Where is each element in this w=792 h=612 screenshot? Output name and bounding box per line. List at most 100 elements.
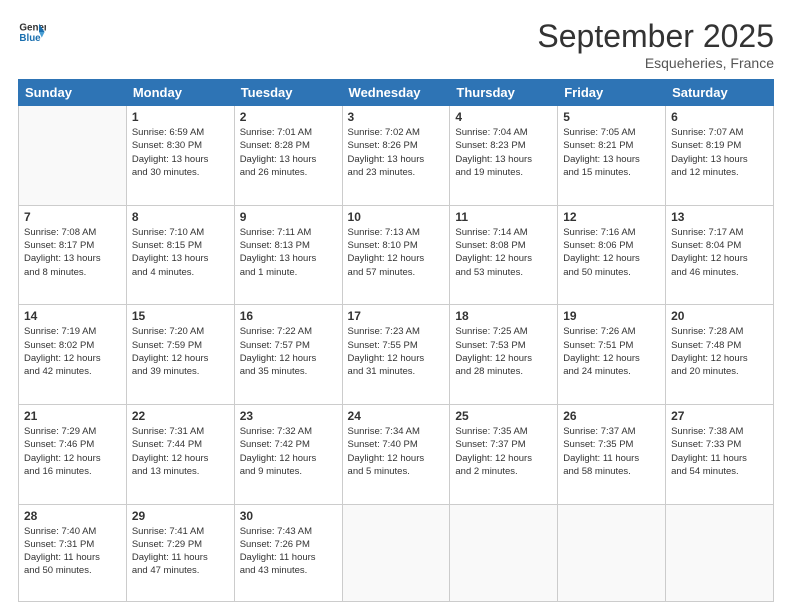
calendar-week-row: 14 Sunrise: 7:19 AM Sunset: 8:02 PM Dayli… <box>19 305 774 405</box>
calendar-cell: 10 Sunrise: 7:13 AM Sunset: 8:10 PM Dayli… <box>342 205 450 305</box>
day-info: Sunrise: 7:17 AM Sunset: 8:04 PM Dayligh… <box>671 226 768 279</box>
calendar-cell: 4Sunrise: 7:04 AM Sunset: 8:23 PM Daylig… <box>450 106 558 206</box>
day-info: Sunrise: 7:14 AM Sunset: 8:08 PM Dayligh… <box>455 226 552 279</box>
day-info: Sunrise: 7:31 AM Sunset: 7:44 PM Dayligh… <box>132 425 229 478</box>
day-number: 24 <box>348 409 445 423</box>
day-of-week-header: Monday <box>126 80 234 106</box>
day-info: Sunrise: 7:25 AM Sunset: 7:53 PM Dayligh… <box>455 325 552 378</box>
month-title: September 2025 <box>537 18 774 55</box>
day-info: Sunrise: 7:10 AM Sunset: 8:15 PM Dayligh… <box>132 226 229 279</box>
calendar-cell: 19 Sunrise: 7:26 AM Sunset: 7:51 PM Dayli… <box>558 305 666 405</box>
day-info: Sunrise: 7:20 AM Sunset: 7:59 PM Dayligh… <box>132 325 229 378</box>
day-info: Sunrise: 7:29 AM Sunset: 7:46 PM Dayligh… <box>24 425 121 478</box>
title-block: September 2025 Esqueheries, France <box>537 18 774 71</box>
day-number: 26 <box>563 409 660 423</box>
day-number: 6 <box>671 110 768 124</box>
day-info: Sunrise: 7:26 AM Sunset: 7:51 PM Dayligh… <box>563 325 660 378</box>
day-number: 4 <box>455 110 552 124</box>
calendar-cell: 29Sunrise: 7:41 AM Sunset: 7:29 PM Dayli… <box>126 504 234 601</box>
calendar-cell <box>450 504 558 601</box>
day-number: 22 <box>132 409 229 423</box>
day-info: Sunrise: 7:05 AM Sunset: 8:21 PM Dayligh… <box>563 126 660 179</box>
calendar-week-row: 28 Sunrise: 7:40 AM Sunset: 7:31 PM Dayli… <box>19 504 774 601</box>
calendar-cell: 20Sunrise: 7:28 AM Sunset: 7:48 PM Dayli… <box>666 305 774 405</box>
day-info: Sunrise: 7:13 AM Sunset: 8:10 PM Dayligh… <box>348 226 445 279</box>
calendar-cell: 21 Sunrise: 7:29 AM Sunset: 7:46 PM Dayli… <box>19 404 127 504</box>
day-number: 14 <box>24 309 121 323</box>
calendar-cell: 23 Sunrise: 7:32 AM Sunset: 7:42 PM Dayli… <box>234 404 342 504</box>
logo-icon: General Blue <box>18 18 46 46</box>
calendar-cell: 9 Sunrise: 7:11 AM Sunset: 8:13 PM Daylig… <box>234 205 342 305</box>
calendar-cell <box>666 504 774 601</box>
calendar-cell: 26 Sunrise: 7:37 AM Sunset: 7:35 PM Dayli… <box>558 404 666 504</box>
day-info: Sunrise: 7:34 AM Sunset: 7:40 PM Dayligh… <box>348 425 445 478</box>
day-header-row: SundayMondayTuesdayWednesdayThursdayFrid… <box>19 80 774 106</box>
calendar-cell <box>342 504 450 601</box>
calendar-cell: 1 Sunrise: 6:59 AM Sunset: 8:30 PM Daylig… <box>126 106 234 206</box>
calendar-cell: 17Sunrise: 7:23 AM Sunset: 7:55 PM Dayli… <box>342 305 450 405</box>
calendar-cell: 5 Sunrise: 7:05 AM Sunset: 8:21 PM Daylig… <box>558 106 666 206</box>
day-of-week-header: Wednesday <box>342 80 450 106</box>
day-of-week-header: Saturday <box>666 80 774 106</box>
calendar-cell: 16 Sunrise: 7:22 AM Sunset: 7:57 PM Dayli… <box>234 305 342 405</box>
day-number: 30 <box>240 509 337 523</box>
day-number: 5 <box>563 110 660 124</box>
day-number: 21 <box>24 409 121 423</box>
day-number: 11 <box>455 210 552 224</box>
day-info: Sunrise: 7:38 AM Sunset: 7:33 PM Dayligh… <box>671 425 768 478</box>
calendar-cell: 8 Sunrise: 7:10 AM Sunset: 8:15 PM Daylig… <box>126 205 234 305</box>
calendar-cell <box>558 504 666 601</box>
calendar-cell: 6 Sunrise: 7:07 AM Sunset: 8:19 PM Daylig… <box>666 106 774 206</box>
day-info: Sunrise: 7:02 AM Sunset: 8:26 PM Dayligh… <box>348 126 445 179</box>
day-number: 10 <box>348 210 445 224</box>
day-number: 12 <box>563 210 660 224</box>
day-number: 16 <box>240 309 337 323</box>
day-number: 15 <box>132 309 229 323</box>
day-info: Sunrise: 7:19 AM Sunset: 8:02 PM Dayligh… <box>24 325 121 378</box>
calendar-cell: 27 Sunrise: 7:38 AM Sunset: 7:33 PM Dayli… <box>666 404 774 504</box>
calendar-cell <box>19 106 127 206</box>
day-number: 9 <box>240 210 337 224</box>
calendar-cell: 28 Sunrise: 7:40 AM Sunset: 7:31 PM Dayli… <box>19 504 127 601</box>
day-info: Sunrise: 7:37 AM Sunset: 7:35 PM Dayligh… <box>563 425 660 478</box>
day-info: Sunrise: 7:40 AM Sunset: 7:31 PM Dayligh… <box>24 525 121 578</box>
day-info: Sunrise: 7:28 AM Sunset: 7:48 PM Dayligh… <box>671 325 768 378</box>
calendar-cell: 25 Sunrise: 7:35 AM Sunset: 7:37 PM Dayli… <box>450 404 558 504</box>
calendar-cell: 11 Sunrise: 7:14 AM Sunset: 8:08 PM Dayli… <box>450 205 558 305</box>
calendar-cell: 14 Sunrise: 7:19 AM Sunset: 8:02 PM Dayli… <box>19 305 127 405</box>
calendar-cell: 18 Sunrise: 7:25 AM Sunset: 7:53 PM Dayli… <box>450 305 558 405</box>
day-info: Sunrise: 7:11 AM Sunset: 8:13 PM Dayligh… <box>240 226 337 279</box>
day-number: 23 <box>240 409 337 423</box>
day-number: 13 <box>671 210 768 224</box>
day-number: 18 <box>455 309 552 323</box>
calendar-week-row: 1 Sunrise: 6:59 AM Sunset: 8:30 PM Daylig… <box>19 106 774 206</box>
day-of-week-header: Tuesday <box>234 80 342 106</box>
day-number: 7 <box>24 210 121 224</box>
svg-text:Blue: Blue <box>19 33 41 44</box>
day-number: 8 <box>132 210 229 224</box>
day-number: 17 <box>348 309 445 323</box>
day-info: Sunrise: 7:22 AM Sunset: 7:57 PM Dayligh… <box>240 325 337 378</box>
day-info: Sunrise: 7:16 AM Sunset: 8:06 PM Dayligh… <box>563 226 660 279</box>
day-info: Sunrise: 7:07 AM Sunset: 8:19 PM Dayligh… <box>671 126 768 179</box>
day-info: Sunrise: 6:59 AM Sunset: 8:30 PM Dayligh… <box>132 126 229 179</box>
day-of-week-header: Sunday <box>19 80 127 106</box>
day-number: 2 <box>240 110 337 124</box>
day-number: 29 <box>132 509 229 523</box>
day-number: 19 <box>563 309 660 323</box>
day-info: Sunrise: 7:35 AM Sunset: 7:37 PM Dayligh… <box>455 425 552 478</box>
calendar-cell: 24 Sunrise: 7:34 AM Sunset: 7:40 PM Dayli… <box>342 404 450 504</box>
location: Esqueheries, France <box>537 55 774 71</box>
calendar-cell: 7Sunrise: 7:08 AM Sunset: 8:17 PM Daylig… <box>19 205 127 305</box>
day-info: Sunrise: 7:01 AM Sunset: 8:28 PM Dayligh… <box>240 126 337 179</box>
calendar-week-row: 21 Sunrise: 7:29 AM Sunset: 7:46 PM Dayli… <box>19 404 774 504</box>
day-number: 28 <box>24 509 121 523</box>
day-info: Sunrise: 7:32 AM Sunset: 7:42 PM Dayligh… <box>240 425 337 478</box>
calendar-week-row: 7Sunrise: 7:08 AM Sunset: 8:17 PM Daylig… <box>19 205 774 305</box>
calendar-cell: 22 Sunrise: 7:31 AM Sunset: 7:44 PM Dayli… <box>126 404 234 504</box>
day-number: 1 <box>132 110 229 124</box>
day-number: 25 <box>455 409 552 423</box>
day-number: 27 <box>671 409 768 423</box>
day-of-week-header: Friday <box>558 80 666 106</box>
calendar-cell: 12 Sunrise: 7:16 AM Sunset: 8:06 PM Dayli… <box>558 205 666 305</box>
